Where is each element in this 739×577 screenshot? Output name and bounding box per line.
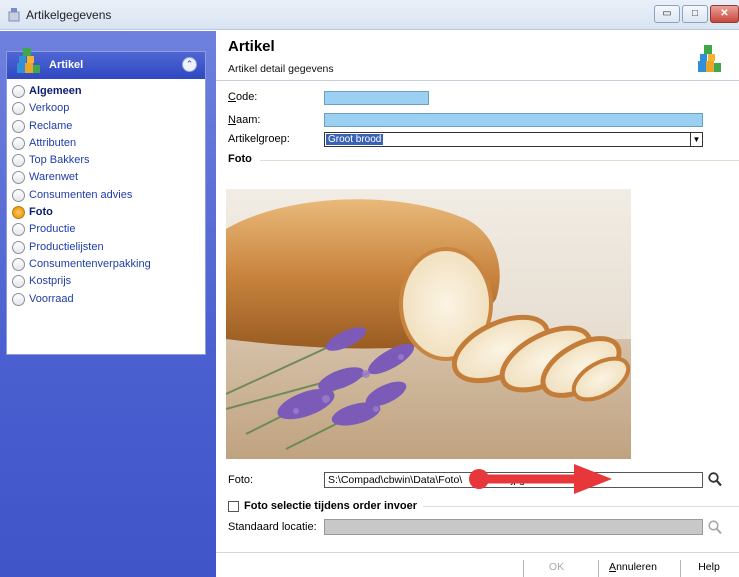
sidebar-item-label: Top Bakkers <box>29 154 90 167</box>
maximize-icon: □ <box>691 8 699 19</box>
code-label-accel: C <box>228 91 236 103</box>
foto-selectie-label: Foto selectie tijdens order invoer <box>244 500 417 512</box>
artikel-icon <box>17 48 40 73</box>
sidebar-item-label: Warenwet <box>29 171 79 184</box>
sidebar-item-foto[interactable]: Foto <box>11 204 151 221</box>
search-disabled-icon <box>708 520 722 535</box>
code-input[interactable] <box>324 91 429 105</box>
sidebar-item-voorraad[interactable]: Voorraad <box>11 291 151 308</box>
radio-icon[interactable] <box>12 223 25 237</box>
sidebar-item-label: Reclame <box>29 119 73 132</box>
artikelgroep-label: Artikelgroep: <box>228 133 290 145</box>
standaard-locatie-input <box>324 519 703 535</box>
ok-button[interactable]: OK <box>524 558 589 577</box>
sidebar: Artikel ⌃ Algemeen Verkoop Reclame Attribut… <box>0 31 216 577</box>
radio-icon[interactable] <box>12 257 25 271</box>
code-label-text: ode: <box>235 91 258 103</box>
page-subtitle: Artikel detail gegevens <box>228 63 334 75</box>
cancel-label: nnuleren <box>616 561 657 573</box>
foto-section-divider <box>260 160 739 161</box>
footer-separator <box>216 552 739 553</box>
close-button[interactable]: ✕ <box>710 5 739 23</box>
product-photo <box>226 189 631 459</box>
minimize-icon: ▭ <box>662 8 672 19</box>
sidebar-item-consumentenverpakking[interactable]: Consumentenverpakking <box>11 256 151 273</box>
radio-icon[interactable] <box>12 154 25 168</box>
radio-icon[interactable] <box>12 292 25 306</box>
naam-label: Naam: <box>228 114 260 126</box>
collapse-glyph: ⌃ <box>185 59 194 69</box>
sidebar-item-attributen[interactable]: Attributen <box>11 135 151 152</box>
sidebar-item-label: Consumenten advies <box>29 188 133 201</box>
search-icon[interactable] <box>708 472 722 487</box>
app-icon <box>8 8 20 22</box>
sidebar-item-label: Productie <box>29 223 76 236</box>
sidebar-item-reclame[interactable]: Reclame <box>11 118 151 135</box>
sidebar-item-algemeen[interactable]: Algemeen <box>11 83 151 100</box>
sidebar-item-label: Verkoop <box>29 102 70 115</box>
cancel-accel: A <box>609 561 617 573</box>
foto-path-value: S:\Compad\cbwin\Data\Foto\ <box>328 474 463 486</box>
foto-label: Foto: <box>228 474 254 486</box>
close-icon: ✕ <box>720 8 729 19</box>
naam-label-accel: N <box>228 114 236 126</box>
minimize-button[interactable]: ▭ <box>654 5 680 23</box>
radio-icon[interactable] <box>12 206 25 220</box>
title-bar: Artikelgegevens ▭ □ ✕ <box>0 0 739 30</box>
sidebar-item-label: Consumentenverpakking <box>29 257 151 270</box>
help-button[interactable]: Help <box>681 558 737 577</box>
sidebar-nav-list: Algemeen Verkoop Reclame Attributen Top Bakk… <box>11 83 151 308</box>
window-title: Artikelgegevens <box>26 8 112 22</box>
foto-section-title: Foto <box>228 153 252 165</box>
sidebar-item-consumenten-advies[interactable]: Consumenten advies <box>11 187 151 204</box>
radio-icon[interactable] <box>12 119 25 133</box>
artikelgroep-select[interactable]: Groot brood ▼ <box>324 132 703 147</box>
sidebar-item-warenwet[interactable]: Warenwet <box>11 169 151 186</box>
sidebar-item-label: Attributen <box>29 136 77 149</box>
sidebar-item-label: Voorraad <box>29 292 74 305</box>
code-label: Code: <box>228 91 257 103</box>
header-separator <box>216 80 739 81</box>
naam-label-text: aam: <box>235 114 261 126</box>
artikelgroep-selected-value: Groot brood <box>326 134 384 145</box>
collapse-chevron-icon[interactable]: ⌃ <box>182 57 197 72</box>
sidebar-item-top-bakkers[interactable]: Top Bakkers <box>11 152 151 169</box>
page-title: Artikel <box>228 38 275 55</box>
foto-selectie-checkbox[interactable] <box>228 501 239 512</box>
radio-icon[interactable] <box>12 171 25 185</box>
sidebar-group-artikel: Artikel ⌃ Algemeen Verkoop Reclame Attribut… <box>6 48 206 355</box>
maximize-button[interactable]: □ <box>682 5 708 23</box>
radio-icon[interactable] <box>12 275 25 289</box>
standaard-locatie-label: Standaard locatie: <box>228 521 317 533</box>
artikel-logo-icon <box>698 45 721 72</box>
foto-selectie-divider <box>423 506 739 507</box>
sidebar-group-header[interactable]: Artikel ⌃ <box>7 48 205 79</box>
sidebar-item-productie[interactable]: Productie <box>11 221 151 238</box>
sidebar-group-title: Artikel <box>49 59 84 71</box>
naam-input[interactable] <box>324 113 703 127</box>
sidebar-item-productielijsten[interactable]: Productielijsten <box>11 239 151 256</box>
sidebar-item-label: Productielijsten <box>29 240 104 253</box>
sidebar-item-label: Algemeen <box>29 85 82 97</box>
sidebar-item-label: Kostprijs <box>29 275 72 288</box>
radio-icon[interactable] <box>12 85 25 98</box>
radio-icon[interactable] <box>12 240 25 254</box>
radio-icon[interactable] <box>12 102 25 116</box>
sidebar-item-label: Foto <box>29 206 53 219</box>
dropdown-arrow-icon[interactable]: ▼ <box>690 133 702 146</box>
radio-icon[interactable] <box>12 136 25 150</box>
radio-icon[interactable] <box>12 188 25 202</box>
sidebar-item-verkoop[interactable]: Verkoop <box>11 100 151 117</box>
annotation-arrow-icon <box>469 464 612 494</box>
cancel-button[interactable]: Annuleren <box>599 558 667 577</box>
sidebar-item-kostprijs[interactable]: Kostprijs <box>11 273 151 290</box>
